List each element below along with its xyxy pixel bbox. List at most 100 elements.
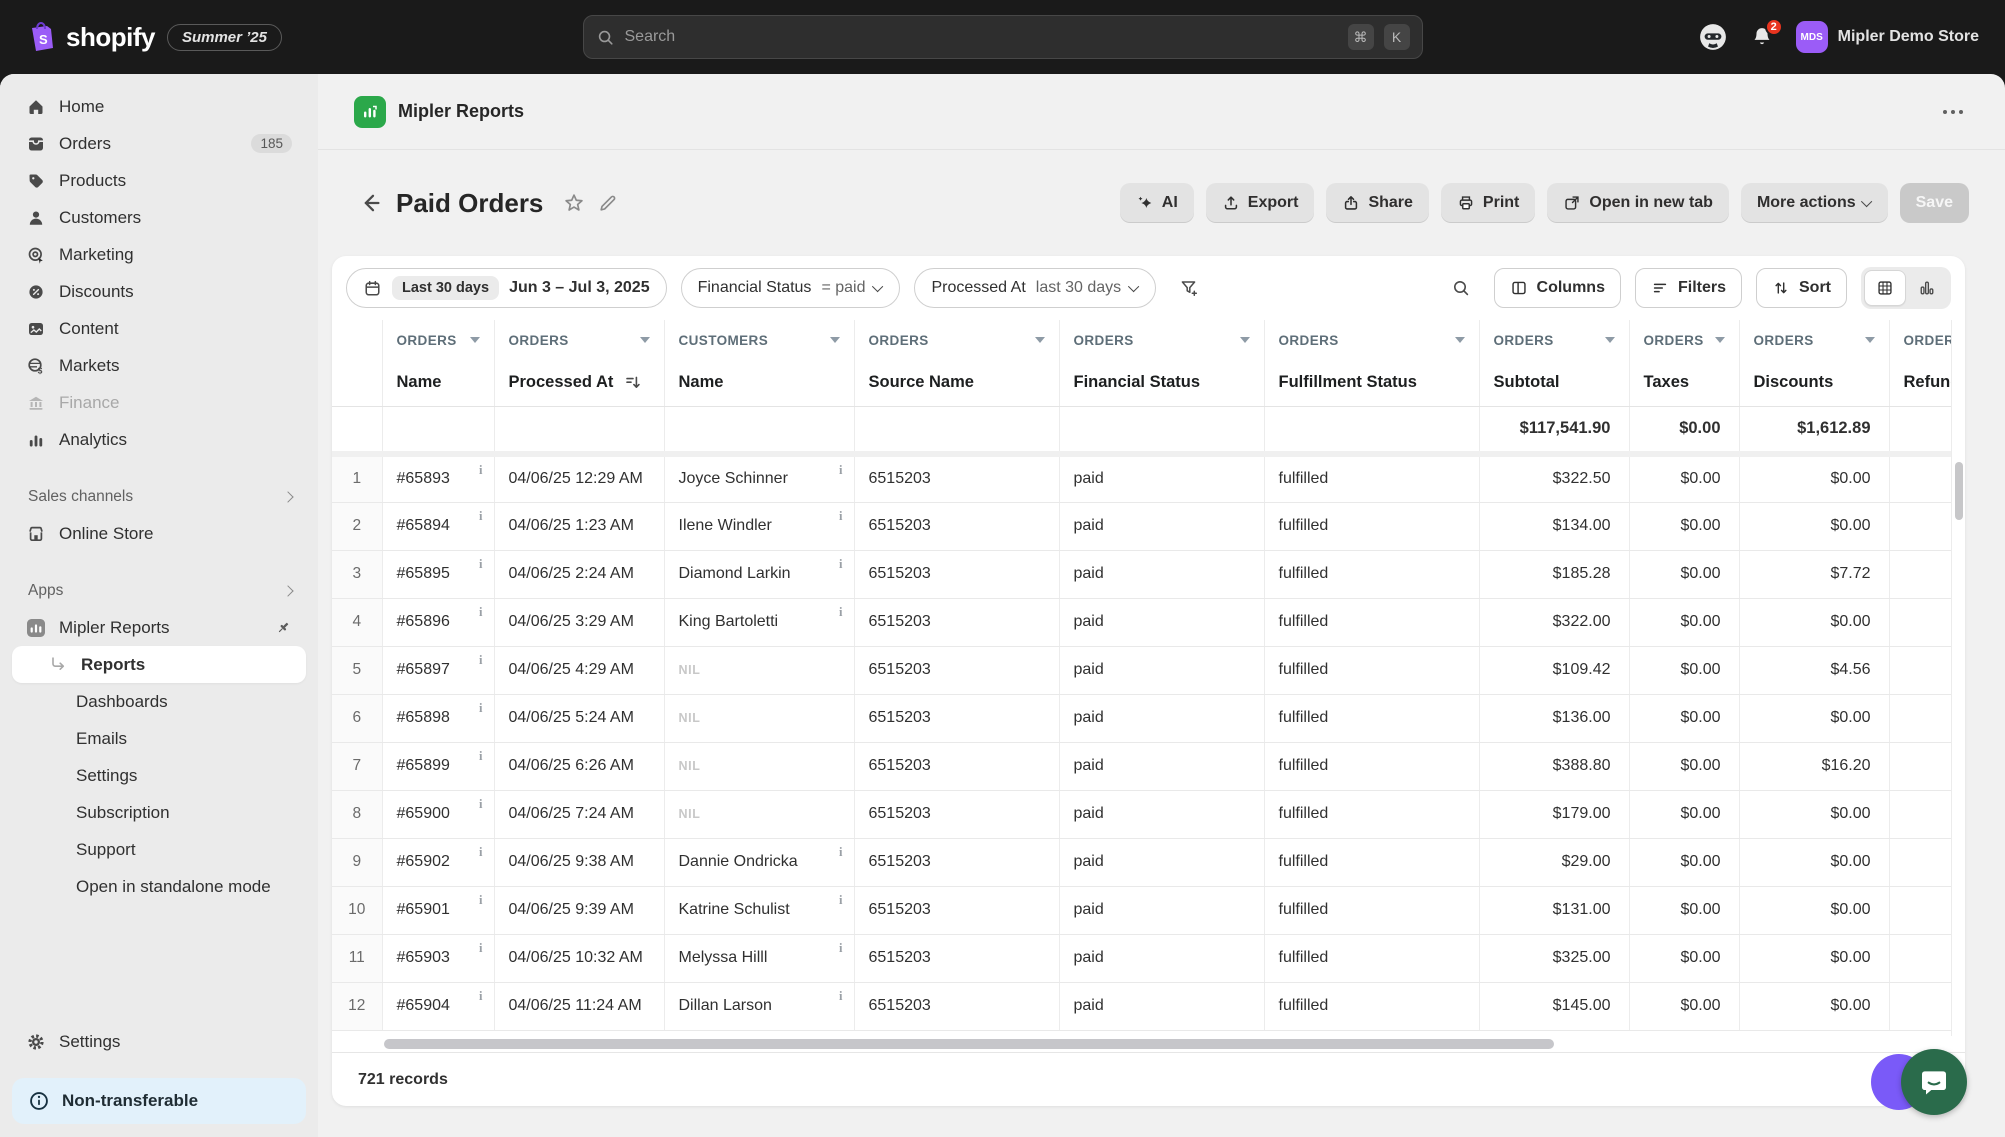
cell-processed-at[interactable]: 04/06/25 12:29 AM [494,454,664,502]
cell-subtotal[interactable]: $29.00 [1479,838,1629,886]
cell-discounts[interactable]: $0.00 [1739,838,1889,886]
cell-name[interactable]: #65897i [382,646,494,694]
cell-processed-at[interactable]: 04/06/25 11:24 AM [494,982,664,1030]
column-header-name[interactable]: Name [382,360,494,406]
cell-processed-at[interactable]: 04/06/25 2:24 AM [494,550,664,598]
column-group[interactable]: ORDERS [1739,320,1889,360]
cell-processed-at[interactable]: 04/06/25 1:23 AM [494,502,664,550]
back-button[interactable] [354,187,386,219]
cell-source-name[interactable]: 6515203 [854,934,1059,982]
column-group[interactable]: ORDERS [1629,320,1739,360]
table-view-toggle[interactable] [1864,270,1906,306]
cell-financial-status[interactable]: paid [1059,646,1264,694]
table-row[interactable]: 5 #65897i 04/06/25 4:29 AM NILi 6515203 … [332,646,1951,694]
cell-fulfillment-status[interactable]: fulfilled [1264,694,1479,742]
sidebar-item-discounts[interactable]: Discounts [12,273,306,310]
cell-financial-status[interactable]: paid [1059,886,1264,934]
cell-customer-name[interactable]: NILi [664,694,854,742]
cell-refunds[interactable] [1889,982,1951,1030]
column-header-financial-status[interactable]: Financial Status [1059,360,1264,406]
cell-customer-name[interactable]: King Bartolettii [664,598,854,646]
cell-refunds[interactable] [1889,934,1951,982]
cell-processed-at[interactable]: 04/06/25 5:24 AM [494,694,664,742]
info-icon[interactable]: i [479,893,482,908]
cell-source-name[interactable]: 6515203 [854,598,1059,646]
cell-customer-name[interactable]: Dannie Ondrickai [664,838,854,886]
column-group[interactable]: ORDERS [494,320,664,360]
column-header-refunds[interactable]: Refunds [1889,360,1951,406]
cell-discounts[interactable]: $0.00 [1739,934,1889,982]
cell-fulfillment-status[interactable]: fulfilled [1264,454,1479,502]
cell-taxes[interactable]: $0.00 [1629,838,1739,886]
open-in-new-tab-button[interactable]: Open in new tab [1547,183,1729,223]
sidebar-item-app-settings[interactable]: Settings [12,757,306,794]
info-icon[interactable]: i [839,557,842,572]
column-header-processed-at[interactable]: Processed At [494,360,664,406]
cell-source-name[interactable]: 6515203 [854,886,1059,934]
sidebar-item-standalone[interactable]: Open in standalone mode [12,868,306,905]
sidebar-item-markets[interactable]: $ Markets [12,347,306,384]
column-header-fulfillment-status[interactable]: Fulfillment Status [1264,360,1479,406]
info-icon[interactable]: i [479,989,482,1004]
table-row[interactable]: 10 #65901i 04/06/25 9:39 AM Katrine Schu… [332,886,1951,934]
print-button[interactable]: Print [1441,183,1535,223]
cell-discounts[interactable]: $0.00 [1739,694,1889,742]
store-menu[interactable]: MDS Mipler Demo Store [1796,21,1979,53]
cell-name[interactable]: #65901i [382,886,494,934]
table-row[interactable]: 3 #65895i 04/06/25 2:24 AM Diamond Larki… [332,550,1951,598]
date-range-filter[interactable]: Last 30 days Jun 3 – Jul 3, 2025 [346,268,667,308]
cell-customer-name[interactable]: NILi [664,790,854,838]
cell-discounts[interactable]: $0.00 [1739,502,1889,550]
sidebar-item-finance[interactable]: Finance [12,384,306,421]
cell-refunds[interactable] [1889,502,1951,550]
export-button[interactable]: Export [1206,183,1315,223]
cell-source-name[interactable]: 6515203 [854,742,1059,790]
info-icon[interactable]: i [479,605,482,620]
cell-taxes[interactable]: $0.00 [1629,742,1739,790]
cell-subtotal[interactable]: $322.50 [1479,454,1629,502]
column-group[interactable]: ORDERS [1889,320,1951,360]
column-header-discounts[interactable]: Discounts [1739,360,1889,406]
ai-button[interactable]: AI [1120,183,1194,223]
more-options-button[interactable] [1937,104,1969,120]
sort-desc-icon[interactable] [623,373,643,393]
cell-customer-name[interactable]: Diamond Larkini [664,550,854,598]
cell-subtotal[interactable]: $131.00 [1479,886,1629,934]
table-row[interactable]: 7 #65899i 04/06/25 6:26 AM NILi 6515203 … [332,742,1951,790]
sidebar-item-marketing[interactable]: Marketing [12,236,306,273]
cell-refunds[interactable] [1889,646,1951,694]
info-icon[interactable]: i [479,749,482,764]
cell-fulfillment-status[interactable]: fulfilled [1264,598,1479,646]
cell-name[interactable]: #65900i [382,790,494,838]
info-icon[interactable]: i [839,605,842,620]
info-icon[interactable]: i [479,463,482,478]
cell-taxes[interactable]: $0.00 [1629,694,1739,742]
sidebar-item-dashboards[interactable]: Dashboards [12,683,306,720]
cell-taxes[interactable]: $0.00 [1629,934,1739,982]
info-icon[interactable]: i [839,941,842,956]
cell-name[interactable]: #65904i [382,982,494,1030]
sidekick-icon[interactable] [1698,22,1728,52]
table-row[interactable]: 1 #65893i 04/06/25 12:29 AM Joyce Schinn… [332,454,1951,502]
sidebar-item-settings[interactable]: Settings [12,1023,306,1060]
column-group[interactable]: ORDERS [1479,320,1629,360]
cell-financial-status[interactable]: paid [1059,454,1264,502]
column-header-taxes[interactable]: Taxes [1629,360,1739,406]
cell-financial-status[interactable]: paid [1059,598,1264,646]
cell-taxes[interactable]: $0.00 [1629,790,1739,838]
cell-customer-name[interactable]: NILi [664,742,854,790]
sidebar-item-orders[interactable]: Orders 185 [12,125,306,162]
cell-discounts[interactable]: $0.00 [1739,982,1889,1030]
cell-fulfillment-status[interactable]: fulfilled [1264,550,1479,598]
cell-processed-at[interactable]: 04/06/25 9:39 AM [494,886,664,934]
info-icon[interactable]: i [479,941,482,956]
cell-name[interactable]: #65902i [382,838,494,886]
info-icon[interactable]: i [839,893,842,908]
table-row[interactable]: 2 #65894i 04/06/25 1:23 AM Ilene Windler… [332,502,1951,550]
cell-discounts[interactable]: $0.00 [1739,886,1889,934]
cell-name[interactable]: #65899i [382,742,494,790]
table-row[interactable]: 4 #65896i 04/06/25 3:29 AM King Bartolet… [332,598,1951,646]
vertical-scrollbar[interactable] [1951,320,1965,1036]
info-icon[interactable]: i [479,797,482,812]
sidebar-item-subscription[interactable]: Subscription [12,794,306,831]
